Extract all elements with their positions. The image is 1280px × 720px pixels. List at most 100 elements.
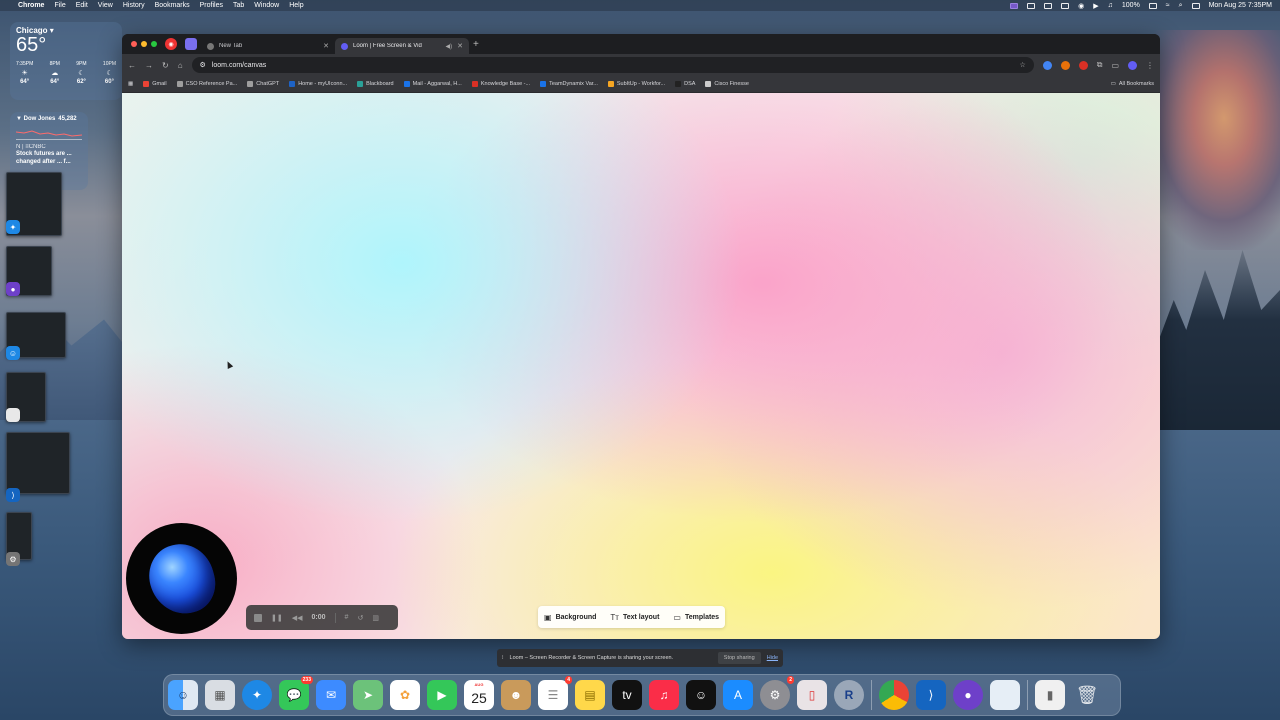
- battery-percent[interactable]: 100%: [1122, 2, 1140, 9]
- calendar-icon[interactable]: AUG 25: [464, 680, 494, 710]
- chrome-icon[interactable]: [879, 680, 909, 710]
- record-icon[interactable]: ◉: [1078, 2, 1084, 10]
- app-store-icon[interactable]: A: [723, 680, 753, 710]
- side-panel-icon[interactable]: ▭: [1111, 61, 1119, 70]
- pinned-tab-loom-icon[interactable]: [185, 38, 197, 50]
- codeium-icon[interactable]: ☺: [686, 680, 716, 710]
- menu-help[interactable]: Help: [289, 2, 303, 9]
- tab-loom[interactable]: Loom | Free Screen & Vid ◀) ✕: [335, 38, 469, 54]
- chrome-menu-icon[interactable]: ⋮: [1146, 61, 1154, 70]
- bookmark-knowledge-base[interactable]: Knowledge Base -...: [471, 81, 530, 87]
- new-tab-button[interactable]: +: [473, 39, 479, 50]
- stage-manager-group[interactable]: ●: [6, 246, 52, 296]
- menu-profiles[interactable]: Profiles: [200, 2, 223, 9]
- stage-manager-group[interactable]: ✦: [6, 172, 62, 236]
- home-icon[interactable]: ⌂: [178, 61, 183, 70]
- tab-new-tab[interactable]: New Tab ✕: [201, 38, 335, 54]
- text-layout-button[interactable]: Tт Text layout: [610, 613, 659, 622]
- menu-edit[interactable]: Edit: [76, 2, 88, 9]
- pinned-tab-icon[interactable]: ◉: [165, 38, 177, 50]
- contacts-icon[interactable]: ☻: [501, 680, 531, 710]
- hide-button[interactable]: Hide: [767, 655, 778, 661]
- stop-sharing-button[interactable]: Stop sharing: [717, 652, 761, 664]
- bookmark-chatgpt[interactable]: ChatGPT: [247, 81, 279, 87]
- menu-view[interactable]: View: [98, 2, 113, 9]
- extension-orange-icon[interactable]: [1060, 60, 1070, 70]
- music-icon[interactable]: ♫: [649, 680, 679, 710]
- forward-icon[interactable]: →: [145, 61, 153, 70]
- bookmark-cso-reference[interactable]: CSO Reference Pa...: [176, 81, 237, 87]
- downloads-stack-icon[interactable]: ▮: [1035, 680, 1065, 710]
- menu-history[interactable]: History: [123, 2, 145, 9]
- bookmark-gmail[interactable]: Gmail: [143, 81, 167, 87]
- display-icon[interactable]: [1027, 2, 1036, 9]
- menu-app-name[interactable]: Chrome: [18, 2, 44, 9]
- extension-red-icon[interactable]: [1078, 60, 1088, 70]
- launchpad-icon[interactable]: ▦: [205, 680, 235, 710]
- close-window-button[interactable]: [131, 41, 137, 47]
- notes-icon[interactable]: ▤: [575, 680, 605, 710]
- github-desktop-icon[interactable]: ●: [953, 680, 983, 710]
- grid-icon[interactable]: #: [345, 614, 349, 621]
- extension-blue-icon[interactable]: [1042, 60, 1052, 70]
- bookmark-myuiconnect[interactable]: Home - myUIconn...: [289, 81, 347, 87]
- camera-bubble[interactable]: [126, 523, 237, 634]
- menu-bookmarks[interactable]: Bookmarks: [155, 2, 190, 9]
- play-icon[interactable]: ▶: [1093, 2, 1098, 10]
- system-settings-icon[interactable]: ⚙ 2: [760, 676, 794, 710]
- profile-avatar[interactable]: [1128, 60, 1137, 70]
- background-button[interactable]: ▣ Background: [544, 613, 596, 622]
- bookmark-cisco-finesse[interactable]: Cisco Finesse: [705, 81, 749, 87]
- address-bar[interactable]: ⚙ loom.com/canvas ☆: [191, 57, 1034, 73]
- safari-icon[interactable]: ✦: [242, 680, 272, 710]
- templates-button[interactable]: ▭ Templates: [673, 613, 719, 622]
- stage-manager-group[interactable]: [6, 372, 46, 422]
- apple-tv-icon[interactable]: tv: [612, 680, 642, 710]
- menu-tab[interactable]: Tab: [233, 2, 244, 9]
- screen-sharing-icon[interactable]: [1010, 2, 1019, 9]
- iphone-mirroring-icon[interactable]: ▯: [797, 680, 827, 710]
- stop-recording-button[interactable]: [254, 613, 262, 622]
- site-info-icon[interactable]: ⚙: [200, 61, 206, 69]
- close-tab-icon[interactable]: ✕: [457, 42, 463, 50]
- back-icon[interactable]: ←: [128, 61, 136, 70]
- note-icon[interactable]: [1044, 2, 1053, 9]
- messages-icon[interactable]: 💬 233: [279, 676, 313, 710]
- reload-icon[interactable]: ↻: [162, 61, 169, 70]
- volume-icon[interactable]: ♫: [1108, 2, 1113, 9]
- extensions-puzzle-icon[interactable]: ⧉: [1097, 60, 1103, 70]
- zoom-window-button[interactable]: [151, 41, 157, 47]
- mail-icon[interactable]: ✉: [316, 680, 346, 710]
- bookmark-subitup[interactable]: SubItUp - Workfor...: [607, 81, 665, 87]
- stage-manager-group[interactable]: ⟩: [6, 432, 70, 502]
- apps-grid-icon[interactable]: ▦: [128, 81, 133, 87]
- minimize-window-button[interactable]: [141, 41, 147, 47]
- undo-icon[interactable]: ↺: [357, 614, 363, 622]
- window-icon[interactable]: [1061, 2, 1070, 9]
- search-icon[interactable]: ⌕: [1179, 2, 1183, 10]
- menu-file[interactable]: File: [54, 2, 65, 9]
- stage-thumbnail[interactable]: [6, 432, 70, 494]
- control-center-icon[interactable]: [1191, 2, 1200, 9]
- reminders-icon[interactable]: ☰ 4: [538, 676, 572, 710]
- finder-icon[interactable]: ☺: [168, 680, 198, 710]
- bookmark-teamdynamix[interactable]: TeamDynamix Var...: [540, 81, 598, 87]
- bookmark-blackboard[interactable]: Blackboard: [357, 81, 394, 87]
- bookmark-mail[interactable]: Mail - Aggarwal, H...: [403, 81, 462, 87]
- stage-manager-group[interactable]: ⚙: [6, 512, 32, 566]
- photos-icon[interactable]: ✿: [390, 680, 420, 710]
- trash-icon[interactable]: ▥: [372, 614, 379, 622]
- weather-widget[interactable]: Chicago ▾ 65° 7:35PM ☀ 64° 8PM ☁ 64° 9PM…: [10, 22, 122, 100]
- facetime-icon[interactable]: ▶: [427, 680, 457, 710]
- r-app-icon[interactable]: R: [834, 680, 864, 710]
- battery-icon[interactable]: [1148, 2, 1157, 9]
- preview-icon[interactable]: [990, 680, 1020, 710]
- pause-icon[interactable]: ❚❚: [271, 614, 283, 622]
- bookmark-star-icon[interactable]: ☆: [1019, 61, 1025, 69]
- maps-icon[interactable]: ➤: [353, 680, 383, 710]
- trash-icon[interactable]: 🗑: [1072, 680, 1102, 710]
- close-tab-icon[interactable]: ✕: [323, 42, 329, 50]
- loom-canvas[interactable]: ❚❚ ◀◀ 0:00 # ↺ ▥ ▣ Background Tт Text la…: [122, 93, 1160, 639]
- stage-manager-group[interactable]: ☺: [6, 312, 66, 360]
- all-bookmarks-button[interactable]: ▭ All Bookmarks: [1111, 81, 1154, 87]
